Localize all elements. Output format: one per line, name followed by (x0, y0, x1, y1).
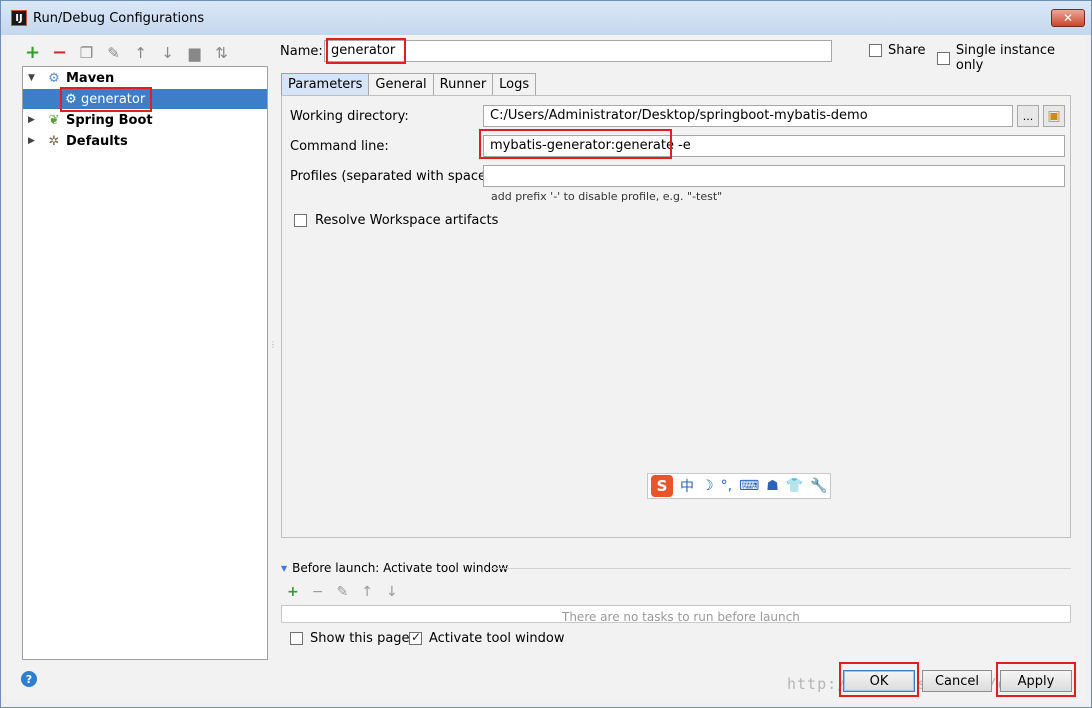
cancel-button[interactable]: Cancel (922, 670, 992, 692)
single-instance-label: Single instance only (955, 43, 1056, 73)
expanded-arrow-icon[interactable]: ▼ (28, 73, 38, 83)
run-debug-dialog: IJ Run/Debug Configurations ✕ + − ❐ ✎ ↑ … (0, 0, 1092, 708)
checkbox-box[interactable] (409, 630, 422, 645)
move-task-down-icon[interactable]: ↓ (386, 584, 398, 600)
folder-icon[interactable]: ▣ (1043, 105, 1065, 127)
before-launch-header[interactable]: ▼ Before launch: Activate tool window (281, 561, 508, 575)
checkbox-box[interactable] (937, 51, 950, 65)
collapsed-arrow-icon[interactable]: ▶ (28, 115, 38, 125)
help-icon[interactable]: ? (21, 671, 37, 687)
show-page-label: Show this page (310, 631, 410, 646)
ime-keyboard-icon[interactable]: ⌨ (739, 478, 759, 494)
move-down-icon[interactable]: ↓ (158, 43, 177, 62)
close-button[interactable]: ✕ (1051, 9, 1085, 27)
remove-icon[interactable]: − (50, 42, 69, 63)
title-bar: IJ Run/Debug Configurations ✕ (1, 1, 1091, 35)
ime-skin-icon[interactable]: 👕 (786, 478, 803, 494)
resolve-workspace-label: Resolve Workspace artifacts (315, 213, 499, 228)
remove-task-icon[interactable]: − (312, 584, 324, 600)
ime-moon-icon[interactable]: ☽ (701, 478, 714, 494)
checkbox-box[interactable] (869, 44, 882, 57)
spring-boot-icon: ❦ (48, 112, 60, 128)
highlight-box (479, 129, 672, 159)
tab-runner[interactable]: Runner (432, 73, 494, 95)
checkbox-box[interactable] (290, 632, 303, 645)
tree-item-label: Maven (66, 70, 115, 86)
profiles-input[interactable] (483, 165, 1065, 187)
divider (491, 568, 1071, 569)
config-tree: ▼ ⚙ Maven ⚙ generator ▶ ❦ Spring Boot ▶ … (22, 66, 268, 660)
activate-tool-checkbox[interactable]: Activate tool window (409, 630, 565, 646)
ime-settings-icon[interactable]: 🔧 (810, 478, 827, 494)
tree-item-spring-boot[interactable]: ▶ ❦ Spring Boot (23, 110, 267, 130)
ime-user-icon[interactable]: ☗ (766, 478, 779, 494)
tab-general[interactable]: General (368, 73, 434, 95)
highlight-box (326, 38, 406, 64)
collapse-arrow-icon[interactable]: ▼ (281, 564, 287, 573)
sort-icon[interactable]: ⇅ (212, 43, 231, 62)
collapsed-arrow-icon[interactable]: ▶ (28, 136, 38, 146)
ime-chinese-mode-icon[interactable]: 中 (680, 476, 694, 496)
add-icon[interactable]: + (23, 42, 42, 63)
window-title: Run/Debug Configurations (33, 10, 205, 26)
intellij-icon: IJ (11, 10, 27, 26)
before-launch-task-list[interactable]: There are no tasks to run before launch (281, 605, 1071, 623)
parameters-panel: Working directory: C:/Users/Administrato… (281, 95, 1071, 538)
maven-gear-icon: ⚙ (48, 70, 60, 86)
config-toolbar: + − ❐ ✎ ↑ ↓ ▆ ⇅ (23, 42, 231, 63)
highlight-box (996, 662, 1076, 697)
folder-icon[interactable]: ▆ (185, 43, 204, 62)
highlight-box (60, 87, 152, 112)
profiles-label: Profiles (separated with space): (290, 169, 496, 184)
show-page-checkbox[interactable]: Show this page (290, 631, 410, 646)
sogou-logo-icon[interactable]: S (651, 475, 673, 497)
move-up-icon[interactable]: ↑ (131, 43, 150, 62)
tree-item-defaults[interactable]: ▶ ✲ Defaults (23, 131, 267, 151)
share-label: Share (888, 43, 926, 58)
edit-task-icon[interactable]: ✎ (336, 584, 348, 600)
tree-item-maven[interactable]: ▼ ⚙ Maven (23, 68, 267, 88)
tree-item-label: Defaults (66, 133, 128, 149)
wrench-icon[interactable]: ✎ (104, 43, 123, 62)
tab-logs[interactable]: Logs (492, 73, 537, 95)
empty-tasks-text: There are no tasks to run before launch (562, 610, 800, 623)
tab-parameters[interactable]: Parameters (281, 73, 370, 95)
ime-punctuation-icon[interactable]: °, (721, 478, 732, 494)
working-directory-label: Working directory: (290, 109, 409, 124)
checkbox-box[interactable] (294, 214, 307, 227)
move-task-up-icon[interactable]: ↑ (361, 584, 373, 600)
before-launch-toolbar: + − ✎ ↑ ↓ (287, 584, 398, 600)
before-launch-label: Before launch: Activate tool window (292, 561, 509, 575)
copy-icon[interactable]: ❐ (77, 43, 96, 62)
tab-bar: Parameters General Runner Logs (281, 73, 537, 95)
single-instance-checkbox[interactable]: Single instance only (937, 43, 1085, 73)
working-directory-input[interactable]: C:/Users/Administrator/Desktop/springboo… (483, 105, 1013, 127)
highlight-box (839, 662, 919, 697)
command-line-label: Command line: (290, 139, 389, 154)
splitter-handle[interactable]: ⋮ (269, 340, 277, 354)
ime-toolbar: S 中 ☽ °, ⌨ ☗ 👕 🔧 (647, 473, 831, 499)
dialog-content: + − ❐ ✎ ↑ ↓ ▆ ⇅ ▼ ⚙ Maven ⚙ generator ▶ … (7, 35, 1085, 701)
add-task-icon[interactable]: + (287, 584, 299, 600)
defaults-wrench-icon: ✲ (48, 133, 60, 149)
share-checkbox[interactable]: Share (869, 43, 926, 58)
tree-item-label: Spring Boot (66, 112, 153, 128)
resolve-workspace-checkbox[interactable]: Resolve Workspace artifacts (294, 213, 498, 228)
name-label: Name: (280, 44, 323, 59)
profiles-hint: add prefix '-' to disable profile, e.g. … (491, 190, 723, 203)
browse-button[interactable]: ... (1017, 105, 1039, 127)
activate-tool-label: Activate tool window (429, 631, 565, 646)
